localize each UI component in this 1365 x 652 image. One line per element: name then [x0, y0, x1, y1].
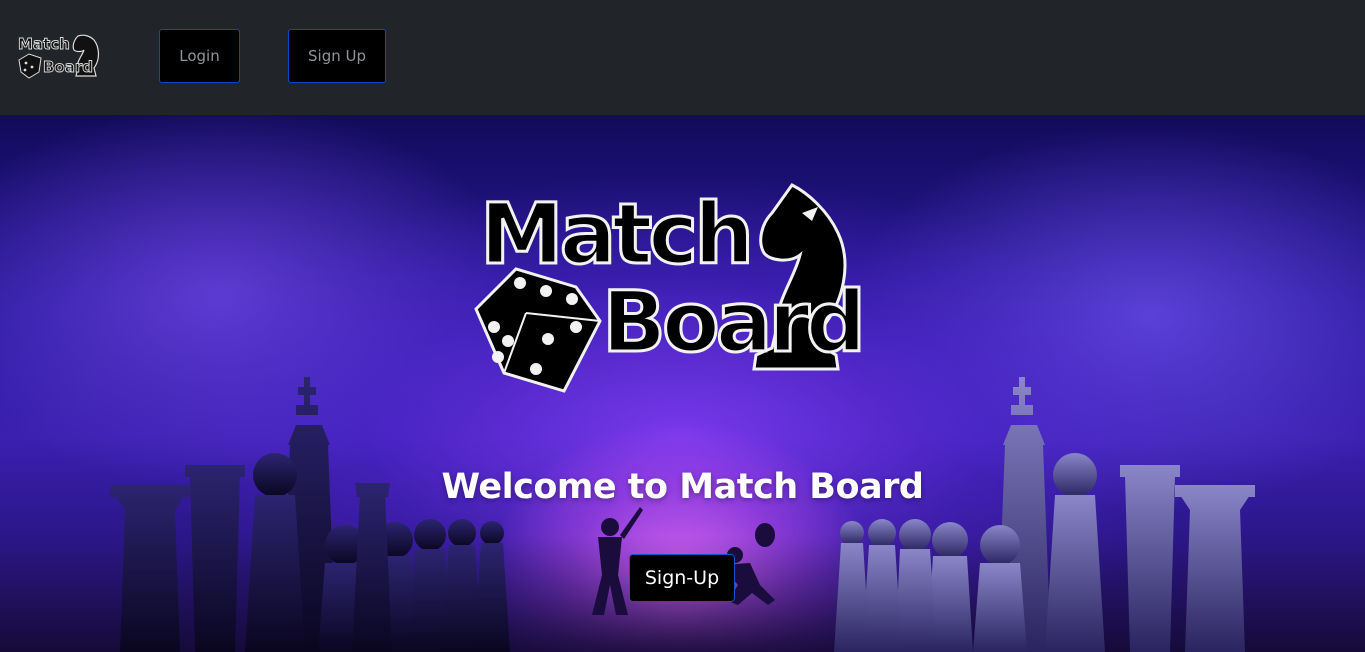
hero-logo-match: Match	[480, 185, 750, 283]
dice-icon	[474, 267, 602, 393]
welcome-heading: Welcome to Match Board	[441, 467, 924, 507]
dice-icon	[18, 53, 42, 79]
navbar: Match Board Login Sign Up	[0, 0, 1365, 115]
hero-section: Match Board Welcome to Match Board Sign-…	[0, 115, 1365, 652]
hero-logo-board: Board	[602, 273, 862, 371]
hero-signup-button[interactable]: Sign-Up	[629, 554, 735, 602]
signup-button[interactable]: Sign Up	[288, 29, 386, 83]
hero-logo: Match Board	[474, 183, 867, 393]
navbar-logo-board: Board	[43, 58, 93, 76]
left-chess-pieces	[110, 377, 510, 652]
navbar-logo-match: Match	[18, 35, 70, 53]
navbar-logo[interactable]: Match Board	[16, 30, 102, 82]
right-chess-pieces	[834, 377, 1255, 652]
login-button[interactable]: Login	[159, 29, 240, 83]
